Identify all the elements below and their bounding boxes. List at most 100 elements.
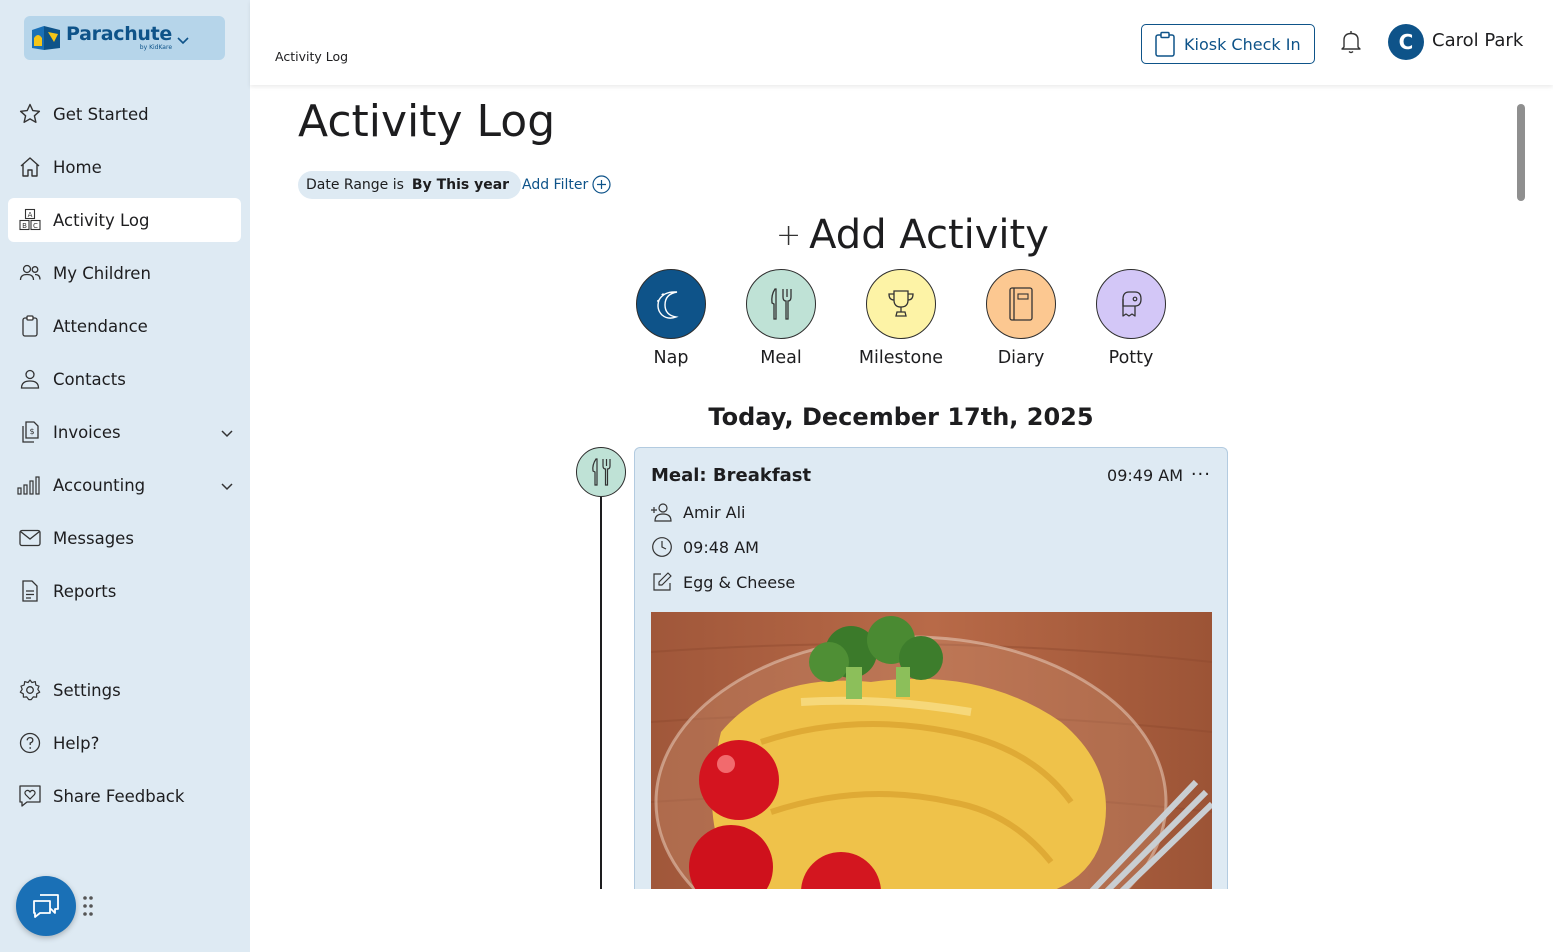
- person-icon: [17, 366, 43, 392]
- sidebar-item-label: Reports: [53, 581, 117, 601]
- chat-bubbles-icon: [33, 894, 59, 918]
- sidebar-item-label: Home: [53, 157, 102, 177]
- activity-label: Meal: [760, 348, 802, 368]
- sidebar-item-invoices[interactable]: $ Invoices: [8, 410, 241, 454]
- toilet-paper-icon: [1096, 269, 1166, 339]
- chevron-down-icon: [177, 30, 189, 49]
- sidebar-item-contacts[interactable]: Contacts: [8, 357, 241, 401]
- parachute-logo-icon: [30, 24, 62, 52]
- activity-diary-button[interactable]: Diary: [961, 269, 1081, 368]
- sidebar-item-get-started[interactable]: Get Started: [8, 92, 241, 136]
- sidebar-item-label: Attendance: [53, 316, 148, 336]
- sidebar-item-settings[interactable]: Settings: [8, 668, 241, 712]
- top-bar: Activity Log Kiosk Check In C Carol Park: [250, 0, 1553, 85]
- activity-card-title: Meal: Breakfast: [651, 465, 812, 486]
- sidebar-item-label: My Children: [53, 263, 151, 283]
- plus-circle-icon: [592, 175, 611, 194]
- svg-text:B: B: [22, 222, 27, 230]
- add-filter-label: Add Filter: [522, 176, 589, 193]
- activity-label: Milestone: [858, 348, 944, 368]
- trophy-icon: [866, 269, 936, 339]
- sidebar-item-messages[interactable]: Messages: [8, 516, 241, 560]
- sidebar-item-label: Contacts: [53, 369, 126, 389]
- sidebar-item-label: Messages: [53, 528, 134, 548]
- activity-recorded-time: 09:48 AM: [683, 537, 759, 557]
- sidebar-item-my-children[interactable]: My Children: [8, 251, 241, 295]
- add-activity-label: Add Activity: [809, 212, 1049, 258]
- person-add-icon: [651, 503, 672, 522]
- activity-note: Egg & Cheese: [683, 572, 796, 592]
- avatar[interactable]: C: [1388, 24, 1424, 60]
- activity-label: Diary: [997, 348, 1045, 368]
- home-icon: [17, 154, 43, 180]
- sidebar-item-label: Help?: [53, 733, 100, 753]
- chevron-down-icon: [221, 476, 233, 495]
- filter-prefix: Date Range is: [306, 177, 404, 193]
- sidebar: Parachute by KidKare Get Started Home AB…: [0, 0, 250, 952]
- add-filter-button[interactable]: Add Filter: [522, 175, 611, 194]
- sidebar-item-label: Activity Log: [53, 210, 150, 230]
- brand-switcher[interactable]: Parachute by KidKare: [24, 16, 225, 60]
- gear-icon: [17, 677, 43, 703]
- envelope-icon: [17, 525, 43, 551]
- activity-meal-button[interactable]: Meal: [721, 269, 841, 368]
- sidebar-item-label: Invoices: [53, 422, 121, 442]
- activity-card[interactable]: Meal: Breakfast 09:49 AM ··· Amir Ali 09…: [634, 447, 1228, 889]
- date-heading: Today, December 17th, 2025: [708, 403, 1094, 431]
- invoice-icon: $: [17, 419, 43, 445]
- star-icon: [17, 101, 43, 127]
- activity-label: Potty: [1108, 348, 1154, 368]
- activity-nap-button[interactable]: Nap: [611, 269, 731, 368]
- date-range-filter-chip[interactable]: Date Range is By This year: [298, 171, 522, 199]
- meal-photo[interactable]: [651, 612, 1212, 889]
- sidebar-item-accounting[interactable]: Accounting: [8, 463, 241, 507]
- timeline-line: [600, 497, 602, 889]
- bar-chart-icon: [17, 472, 43, 498]
- question-icon: [17, 730, 43, 756]
- kiosk-check-in-button[interactable]: Kiosk Check In: [1141, 24, 1315, 64]
- sidebar-item-share-feedback[interactable]: Share Feedback: [8, 774, 241, 818]
- page-title: Activity Log: [298, 96, 556, 147]
- user-name[interactable]: Carol Park: [1432, 30, 1523, 51]
- clipboard-icon: [17, 313, 43, 339]
- activity-time-row: 09:48 AM: [651, 536, 759, 558]
- abc-blocks-icon: ABC: [17, 207, 43, 233]
- breadcrumb[interactable]: Activity Log: [275, 49, 348, 64]
- children-icon: [17, 260, 43, 286]
- activity-child-row: Amir Ali: [651, 501, 745, 523]
- svg-text:A: A: [28, 211, 33, 219]
- sidebar-item-label: Share Feedback: [53, 786, 185, 806]
- moon-icon: [636, 269, 706, 339]
- activity-label: Nap: [653, 348, 689, 368]
- filter-value: By This year: [411, 177, 510, 193]
- chat-button[interactable]: [16, 876, 76, 936]
- sidebar-item-label: Accounting: [53, 475, 146, 495]
- sidebar-item-home[interactable]: Home: [8, 145, 241, 189]
- chevron-down-icon: [221, 423, 233, 442]
- kiosk-check-in-label: Kiosk Check In: [1184, 34, 1301, 54]
- document-icon: [17, 578, 43, 604]
- edit-note-icon: [653, 572, 672, 591]
- activity-milestone-button[interactable]: Milestone: [841, 269, 961, 368]
- fork-knife-icon: [746, 269, 816, 339]
- sidebar-item-reports[interactable]: Reports: [8, 569, 241, 613]
- plus-icon: +: [776, 217, 802, 253]
- sidebar-item-label: Settings: [53, 680, 121, 700]
- notebook-icon: [986, 269, 1056, 339]
- sidebar-item-attendance[interactable]: Attendance: [8, 304, 241, 348]
- activity-child-name: Amir Ali: [683, 502, 746, 522]
- activity-card-time: 09:49 AM: [1107, 466, 1183, 485]
- sidebar-item-activity-log[interactable]: ABC Activity Log: [8, 198, 241, 242]
- clock-icon: [652, 537, 672, 557]
- brand-sub: by KidKare: [139, 44, 173, 51]
- more-options-button[interactable]: ···: [1191, 464, 1211, 485]
- svg-text:$: $: [29, 427, 34, 436]
- drag-handle-icon[interactable]: [82, 895, 94, 917]
- clipboard-icon: [1155, 31, 1175, 57]
- activity-potty-button[interactable]: Potty: [1071, 269, 1191, 368]
- bell-icon[interactable]: [1339, 29, 1363, 59]
- scrollbar-thumb[interactable]: [1517, 104, 1525, 201]
- heart-chat-icon: [17, 783, 43, 809]
- add-activity-heading: + Add Activity: [776, 212, 1049, 258]
- sidebar-item-help[interactable]: Help?: [8, 721, 241, 765]
